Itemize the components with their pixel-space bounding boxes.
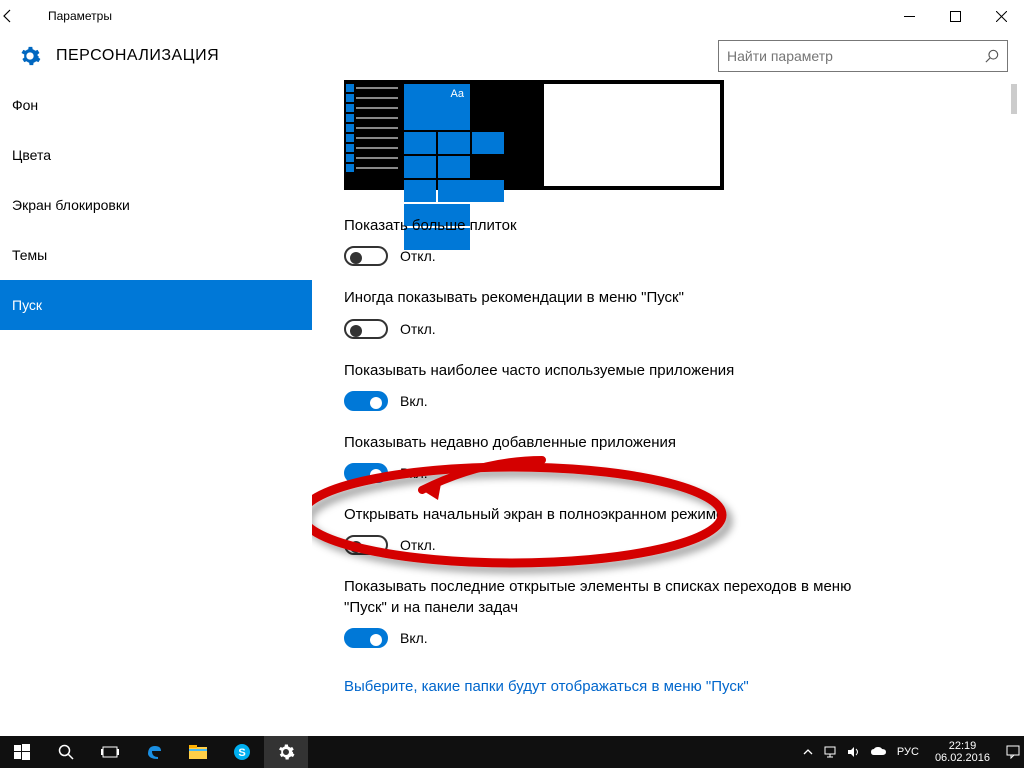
toggle-state: Вкл. [400,393,428,409]
back-button[interactable] [0,8,48,24]
close-button[interactable] [978,0,1024,32]
sidebar-item-label: Цвета [12,147,51,163]
sidebar-item-start[interactable]: Пуск [0,280,312,330]
search-input[interactable] [727,48,985,64]
language-indicator[interactable]: РУС [897,746,919,758]
sidebar-item-label: Пуск [12,297,42,313]
toggle-state: Вкл. [400,465,428,481]
choose-folders-link[interactable]: Выберите, какие папки будут отображаться… [344,678,749,695]
setting-label: Иногда показывать рекомендации в меню "П… [344,288,864,308]
edge-icon[interactable] [132,736,176,768]
skype-icon[interactable]: S [220,736,264,768]
clock-date: 06.02.2016 [935,752,990,764]
toggle-state: Откл. [400,321,436,337]
preview-tile: Aa [404,84,470,130]
setting-most-used: Показывать наиболее часто используемые п… [344,361,1000,411]
setting-recently-added: Показывать недавно добавленные приложени… [344,433,1000,483]
window-title: Параметры [48,9,112,23]
setting-suggestions: Иногда показывать рекомендации в меню "П… [344,288,1000,338]
toggle-jumplists[interactable] [344,628,388,648]
settings-icon[interactable] [264,736,308,768]
system-tray: РУС 22:19 06.02.2016 [803,740,1024,764]
minimize-button[interactable] [886,0,932,32]
clock-time: 22:19 [935,740,990,752]
toggle-state: Вкл. [400,630,428,646]
toggle-suggestions[interactable] [344,319,388,339]
taskbar: S РУС 22:19 06.02.2016 [0,736,1024,768]
setting-label: Показывать наиболее часто используемые п… [344,361,864,381]
explorer-icon[interactable] [176,736,220,768]
setting-label: Показать больше плиток [344,216,864,236]
taskview-button[interactable] [88,736,132,768]
section-title: ПЕРСОНАЛИЗАЦИЯ [56,47,219,65]
setting-label: Показывать недавно добавленные приложени… [344,433,864,453]
sidebar-item-label: Экран блокировки [12,197,130,213]
tray-chevron-icon[interactable] [803,747,813,757]
setting-fullscreen-start: Открывать начальный экран в полноэкранно… [344,505,1000,555]
maximize-button[interactable] [932,0,978,32]
sidebar-item-background[interactable]: Фон [0,80,312,130]
network-icon[interactable] [823,746,837,758]
sidebar-item-themes[interactable]: Темы [0,230,312,280]
sidebar-item-lockscreen[interactable]: Экран блокировки [0,180,312,230]
svg-text:S: S [238,747,245,759]
titlebar: Параметры [0,0,1024,32]
toggle-state: Откл. [400,537,436,553]
setting-jumplists: Показывать последние открытые элементы в… [344,577,1000,648]
volume-icon[interactable] [847,746,861,758]
toggle-recently-added[interactable] [344,463,388,483]
content-pane: Aa Показать больше плиток [312,80,1024,736]
start-preview: Aa [344,80,724,190]
sidebar-item-label: Темы [12,247,47,263]
onedrive-icon[interactable] [871,747,887,757]
setting-label: Показывать последние открытые элементы в… [344,577,864,618]
start-button[interactable] [0,736,44,768]
header: ПЕРСОНАЛИЗАЦИЯ [0,32,1024,80]
toggle-most-used[interactable] [344,391,388,411]
sidebar: Фон Цвета Экран блокировки Темы Пуск [0,80,312,736]
sidebar-item-label: Фон [12,97,38,113]
scrollbar[interactable] [1006,80,1022,736]
sidebar-item-colors[interactable]: Цвета [0,130,312,180]
toggle-more-tiles[interactable] [344,246,388,266]
gear-icon [12,45,48,67]
search-icon [985,49,999,63]
action-center-icon[interactable] [1006,745,1020,759]
toggle-fullscreen-start[interactable] [344,535,388,555]
search-box[interactable] [718,40,1008,72]
setting-label: Открывать начальный экран в полноэкранно… [344,505,864,525]
toggle-state: Откл. [400,248,436,264]
clock[interactable]: 22:19 06.02.2016 [929,740,996,764]
search-button[interactable] [44,736,88,768]
